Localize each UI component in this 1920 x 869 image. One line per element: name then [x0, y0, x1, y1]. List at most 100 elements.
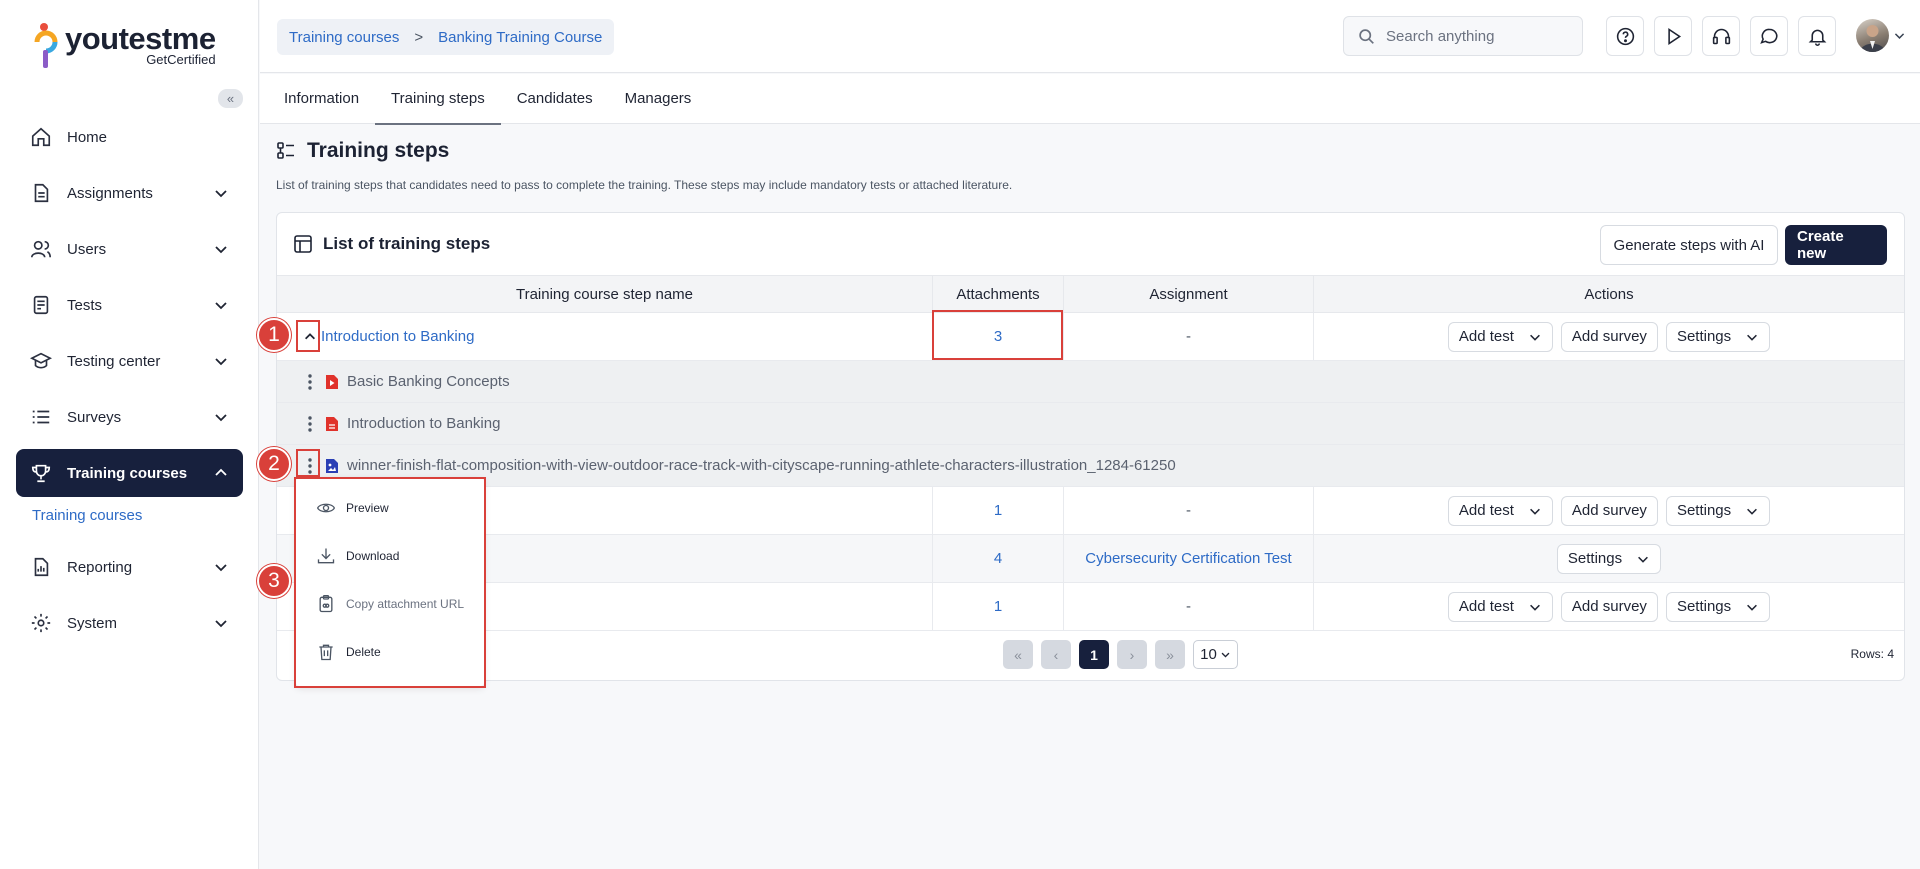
brand-name: youtestme — [65, 21, 216, 56]
chevron-down-icon[interactable] — [1893, 29, 1906, 42]
pagination: « ‹ 1 › » 10 — [1003, 640, 1238, 669]
page-size-select[interactable]: 10 — [1193, 640, 1238, 669]
annotation-badge-1: 1 — [257, 318, 291, 352]
prev-page-button[interactable]: ‹ — [1041, 640, 1071, 669]
steps-icon — [277, 142, 294, 159]
search-input[interactable]: Search anything — [1343, 16, 1583, 56]
chat-button[interactable] — [1750, 16, 1788, 56]
chevron-down-icon — [1638, 556, 1649, 563]
table-row: Introduction to Banking 3 - Add test Add… — [277, 313, 1904, 361]
last-page-button[interactable]: » — [1155, 640, 1185, 669]
sidebar-item-training-courses[interactable]: Training courses — [16, 449, 243, 497]
step-name-link[interactable]: Introduction to Banking — [321, 328, 474, 345]
sidebar-item-home[interactable]: Home — [16, 113, 243, 161]
settings-button[interactable]: Settings — [1665, 495, 1771, 526]
add-test-button[interactable]: Add test — [1447, 321, 1553, 352]
attachment-name: Basic Banking Concepts — [347, 373, 510, 390]
top-bar: Training courses > Banking Training Cour… — [260, 0, 1920, 73]
chevron-down-icon — [1529, 604, 1540, 611]
table-row: 1 - Add test Add survey Settings — [277, 487, 1904, 535]
tab-managers[interactable]: Managers — [609, 74, 708, 124]
chevron-down-icon — [215, 302, 227, 310]
double-chevron-left-icon: « — [226, 91, 235, 106]
trophy-icon — [31, 464, 51, 483]
page-number-button[interactable]: 1 — [1079, 640, 1109, 669]
table-icon — [294, 235, 312, 253]
gear-icon — [31, 613, 51, 633]
settings-button[interactable]: Settings — [1665, 591, 1771, 622]
next-page-button[interactable]: › — [1117, 640, 1147, 669]
sidebar-item-label: Home — [67, 128, 108, 146]
sidebar-item-testing-center[interactable]: Testing center — [16, 337, 243, 385]
users-icon — [31, 240, 51, 258]
highlight-expand-chevron — [296, 320, 320, 352]
first-page-button[interactable]: « — [1003, 640, 1033, 669]
help-button[interactable] — [1606, 16, 1644, 56]
breadcrumb-item[interactable]: Banking Training Course — [438, 29, 602, 46]
video-file-icon — [326, 375, 338, 389]
sidebar-item-label: Tests — [67, 296, 103, 314]
column-header-step-name[interactable]: Training course step name — [277, 276, 933, 313]
breadcrumb: Training courses > Banking Training Cour… — [277, 19, 615, 55]
card-title-text: List of training steps — [323, 234, 491, 253]
create-new-button[interactable]: Create new — [1785, 225, 1887, 265]
collapse-sidebar-button[interactable]: « — [218, 89, 243, 108]
assignment-value: - — [1064, 313, 1314, 360]
attachment-row: winner-finish-flat-composition-with-view… — [277, 445, 1904, 487]
add-test-button[interactable]: Add test — [1447, 591, 1553, 622]
breadcrumb-item[interactable]: Training courses — [289, 29, 399, 46]
sidebar-item-label: Training courses — [67, 464, 188, 482]
logo[interactable]: youtestme GetCertified — [33, 22, 216, 72]
sidebar-item-label: Reporting — [67, 558, 133, 576]
breadcrumb-separator: > — [414, 28, 424, 46]
table-row: 1 - Add test Add survey Settings — [277, 583, 1904, 631]
add-survey-button[interactable]: Add survey — [1560, 495, 1658, 526]
table-row: 4 Cybersecurity Certification Test Setti… — [277, 535, 1904, 583]
tab-candidates[interactable]: Candidates — [501, 74, 609, 124]
sidebar-subitem-training-courses[interactable]: Training courses — [16, 499, 243, 531]
sidebar-item-assignments[interactable]: Assignments — [16, 169, 243, 217]
tab-bar: Information Training steps Candidates Ma… — [260, 74, 1920, 125]
notifications-button[interactable] — [1798, 16, 1836, 56]
chevron-down-icon — [1529, 334, 1540, 341]
add-test-button[interactable]: Add test — [1447, 495, 1553, 526]
generate-steps-ai-button[interactable]: Generate steps with AI — [1600, 225, 1778, 265]
assignment-link[interactable]: Cybersecurity Certification Test — [1064, 535, 1314, 582]
page-title-text: Training steps — [307, 139, 450, 162]
image-file-icon — [326, 459, 338, 473]
avatar[interactable] — [1856, 19, 1889, 52]
search-icon — [1359, 28, 1374, 44]
sidebar-item-surveys[interactable]: Surveys — [16, 393, 243, 441]
sidebar-item-system[interactable]: System — [16, 599, 243, 647]
chevron-down-icon — [1529, 508, 1540, 515]
chat-icon — [1759, 28, 1777, 44]
kebab-menu-icon[interactable] — [307, 415, 313, 433]
settings-button[interactable]: Settings — [1556, 543, 1662, 574]
support-button[interactable] — [1702, 16, 1740, 56]
card-title: List of training steps — [293, 234, 490, 254]
play-button[interactable] — [1654, 16, 1692, 56]
tab-training-steps[interactable]: Training steps — [375, 74, 501, 125]
tab-information[interactable]: Information — [268, 74, 375, 124]
column-header-assignment[interactable]: Assignment — [1064, 276, 1314, 313]
training-steps-card: List of training steps Generate steps wi… — [276, 212, 1905, 681]
highlight-kebab-menu — [296, 449, 320, 477]
attachments-count-link[interactable]: 4 — [933, 535, 1064, 582]
sidebar-item-reporting[interactable]: Reporting — [16, 543, 243, 591]
chevron-down-icon — [215, 414, 227, 422]
column-header-attachments[interactable]: Attachments — [933, 276, 1064, 313]
settings-button[interactable]: Settings — [1665, 321, 1771, 352]
sidebar-item-users[interactable]: Users — [16, 225, 243, 273]
chevron-down-icon — [215, 190, 227, 198]
add-survey-button[interactable]: Add survey — [1560, 321, 1658, 352]
sidebar-item-label: System — [67, 614, 118, 632]
assignment-value: - — [1064, 487, 1314, 534]
page-title: Training steps — [276, 139, 449, 163]
attachments-count-link[interactable]: 1 — [933, 487, 1064, 534]
pdf-file-icon — [326, 417, 338, 431]
attachments-count-link[interactable]: 1 — [933, 583, 1064, 630]
attachment-name: Introduction to Banking — [347, 415, 501, 432]
kebab-menu-icon[interactable] — [307, 373, 313, 391]
sidebar-item-tests[interactable]: Tests — [16, 281, 243, 329]
add-survey-button[interactable]: Add survey — [1560, 591, 1658, 622]
